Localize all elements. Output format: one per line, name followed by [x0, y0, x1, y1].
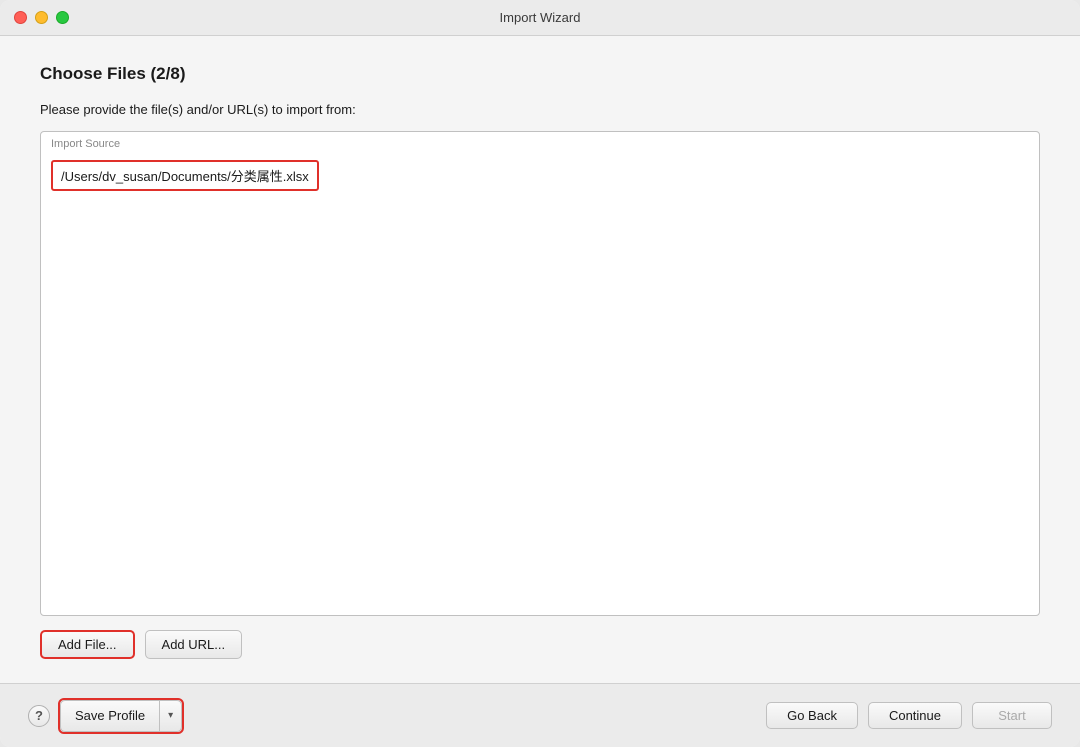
- bottom-bar: ? Save Profile ▾ Go Back Continue Start: [0, 683, 1080, 747]
- step-title: Choose Files (2/8): [40, 64, 1040, 84]
- import-source-box: Import Source /Users/dv_susan/Documents/…: [40, 131, 1040, 616]
- start-button[interactable]: Start: [972, 702, 1052, 729]
- dropdown-arrow-icon: ▾: [168, 710, 173, 721]
- bottom-left: ? Save Profile ▾: [28, 698, 766, 734]
- maximize-button[interactable]: [56, 11, 69, 24]
- save-profile-dropdown-button[interactable]: ▾: [159, 701, 181, 731]
- import-source-content: /Users/dv_susan/Documents/分类属性.xlsx: [41, 154, 1039, 615]
- instructions-text: Please provide the file(s) and/or URL(s)…: [40, 102, 1040, 117]
- title-bar: Import Wizard: [0, 0, 1080, 36]
- traffic-lights: [14, 11, 69, 24]
- continue-button[interactable]: Continue: [868, 702, 962, 729]
- go-back-button[interactable]: Go Back: [766, 702, 858, 729]
- bottom-right: Go Back Continue Start: [766, 702, 1052, 729]
- file-path-entry[interactable]: /Users/dv_susan/Documents/分类属性.xlsx: [51, 160, 319, 191]
- help-button[interactable]: ?: [28, 705, 50, 727]
- close-button[interactable]: [14, 11, 27, 24]
- import-source-label: Import Source: [41, 132, 1039, 154]
- main-window: Import Wizard Choose Files (2/8) Please …: [0, 0, 1080, 747]
- add-url-button[interactable]: Add URL...: [145, 630, 243, 659]
- save-profile-button[interactable]: Save Profile: [61, 703, 159, 728]
- save-profile-group: Save Profile ▾: [60, 700, 182, 732]
- save-profile-wrapper: Save Profile ▾: [58, 698, 184, 734]
- window-title: Import Wizard: [500, 10, 581, 25]
- add-buttons-row: Add File... Add URL...: [40, 630, 1040, 659]
- content-area: Choose Files (2/8) Please provide the fi…: [0, 36, 1080, 683]
- add-file-button[interactable]: Add File...: [40, 630, 135, 659]
- minimize-button[interactable]: [35, 11, 48, 24]
